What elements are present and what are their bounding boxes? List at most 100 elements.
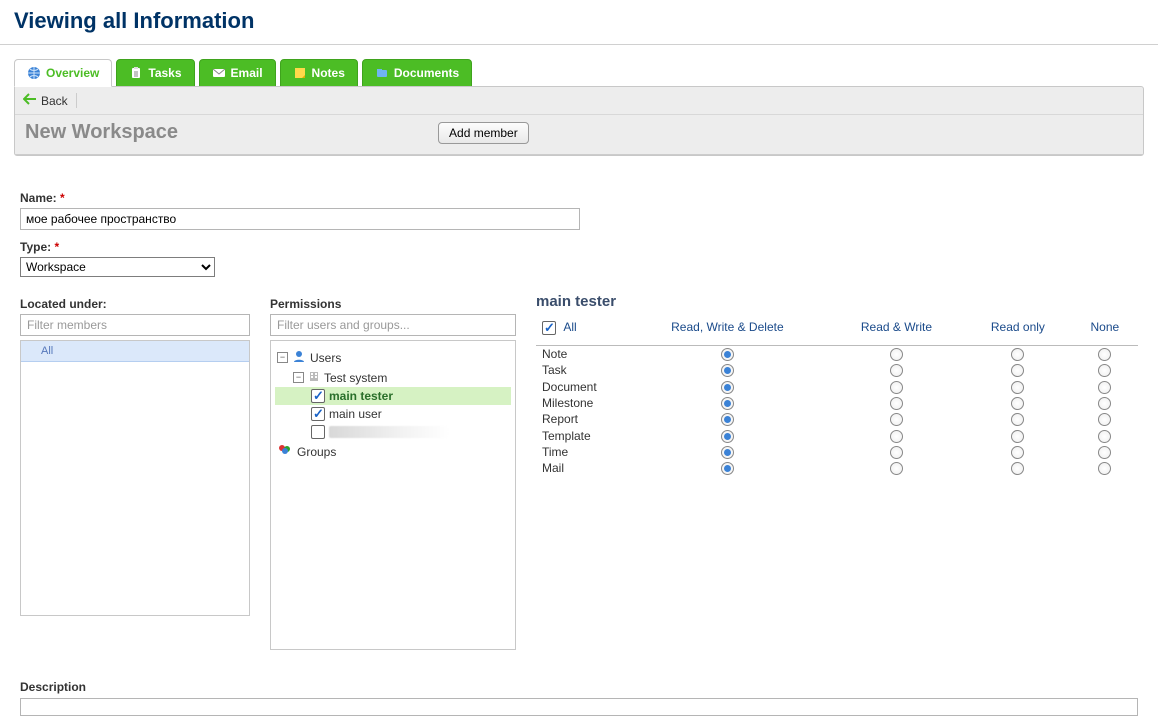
perm-radio[interactable] <box>721 430 734 443</box>
redacted-text <box>329 426 449 438</box>
tree-main-tester[interactable]: main tester <box>275 387 511 405</box>
perm-radio[interactable] <box>890 381 903 394</box>
group-icon <box>277 443 293 460</box>
name-label: Name: * <box>20 191 1138 205</box>
located-under-list[interactable]: All <box>20 340 250 616</box>
tab-overview[interactable]: Overview <box>14 59 112 87</box>
located-filter-input[interactable] <box>20 314 250 336</box>
perm-row-label: Time <box>536 444 626 460</box>
located-under-label: Located under: <box>20 297 250 311</box>
perm-radio[interactable] <box>721 381 734 394</box>
tab-notes[interactable]: Notes <box>280 59 358 87</box>
arrow-left-icon <box>23 93 37 108</box>
back-label: Back <box>41 94 68 108</box>
tab-documents[interactable]: Documents <box>362 59 472 87</box>
perm-radio[interactable] <box>1098 430 1111 443</box>
perm-radio[interactable] <box>1011 348 1024 361</box>
permissions-label: Permissions <box>270 297 516 311</box>
page-title: Viewing all Information <box>0 0 1158 45</box>
permissions-filter-input[interactable] <box>270 314 516 336</box>
tab-label: Overview <box>46 66 99 80</box>
permissions-tree: − Users − Test system <box>270 340 516 650</box>
perm-radio[interactable] <box>890 348 903 361</box>
tree-main-user[interactable]: main user <box>275 405 511 423</box>
form-area: Name: * Type: * Workspace Located under:… <box>14 157 1144 722</box>
perm-radio[interactable] <box>1098 381 1111 394</box>
name-input[interactable] <box>20 208 580 230</box>
description-label: Description <box>20 680 1138 694</box>
perm-radio[interactable] <box>1011 413 1024 426</box>
mail-icon <box>212 66 226 80</box>
checkbox[interactable] <box>311 407 325 421</box>
tree-test-system[interactable]: − Test system <box>275 368 511 387</box>
perm-radio[interactable] <box>890 364 903 377</box>
perm-radio[interactable] <box>721 413 734 426</box>
perm-radio[interactable] <box>1098 446 1111 459</box>
perm-radio[interactable] <box>1098 364 1111 377</box>
perm-radio[interactable] <box>890 397 903 410</box>
perm-radio[interactable] <box>1011 364 1024 377</box>
user-icon <box>292 349 306 366</box>
located-all-row[interactable]: All <box>21 341 249 362</box>
type-label: Type: * <box>20 240 1138 254</box>
perm-radio[interactable] <box>1011 430 1024 443</box>
clipboard-icon <box>129 66 143 80</box>
document-icon <box>375 66 389 80</box>
checkbox[interactable] <box>311 425 325 439</box>
perm-row-label: Document <box>536 378 626 394</box>
all-checkbox[interactable] <box>542 321 556 335</box>
section-title: New Workspace <box>25 121 178 144</box>
perm-radio[interactable] <box>721 446 734 459</box>
globe-icon <box>27 66 41 80</box>
perm-radio[interactable] <box>1098 462 1111 475</box>
perm-radio[interactable] <box>1098 397 1111 410</box>
perm-row-label: Mail <box>536 460 626 476</box>
perm-radio[interactable] <box>721 348 734 361</box>
perm-radio[interactable] <box>1098 413 1111 426</box>
note-icon <box>293 66 307 80</box>
perm-row-label: Template <box>536 427 626 443</box>
tree-redacted-user[interactable] <box>275 423 511 441</box>
tab-label: Documents <box>394 66 459 80</box>
tree-users[interactable]: − Users <box>275 347 511 368</box>
col-none: None <box>1072 316 1138 345</box>
col-rw: Read & Write <box>829 316 964 345</box>
building-icon <box>308 370 320 385</box>
perm-radio[interactable] <box>1011 446 1024 459</box>
perm-radio[interactable] <box>721 364 734 377</box>
perm-radio[interactable] <box>890 430 903 443</box>
all-label: All <box>563 320 576 334</box>
tab-label: Notes <box>312 66 345 80</box>
checkbox[interactable] <box>311 389 325 403</box>
perm-radio[interactable] <box>890 446 903 459</box>
perm-radio[interactable] <box>1011 462 1024 475</box>
tab-label: Email <box>231 66 263 80</box>
type-select[interactable]: Workspace <box>20 257 215 277</box>
perm-radio[interactable] <box>1098 348 1111 361</box>
perm-row-label: Milestone <box>536 395 626 411</box>
tab-label: Tasks <box>148 66 181 80</box>
content-panel: Back New Workspace Add member <box>14 86 1144 156</box>
perm-radio[interactable] <box>890 413 903 426</box>
add-member-button[interactable]: Add member <box>438 122 529 144</box>
tab-tasks[interactable]: Tasks <box>116 59 194 87</box>
col-ro: Read only <box>964 316 1072 345</box>
permissions-grid-title: main tester <box>536 293 1138 310</box>
permissions-grid: main tester All Read, Write & Delete Rea… <box>536 293 1138 476</box>
perm-radio[interactable] <box>890 462 903 475</box>
perm-radio[interactable] <box>1011 397 1024 410</box>
col-rwd: Read, Write & Delete <box>626 316 829 345</box>
description-input[interactable] <box>20 698 1138 716</box>
perm-radio[interactable] <box>721 397 734 410</box>
perm-radio[interactable] <box>1011 381 1024 394</box>
perm-row-label: Note <box>536 345 626 362</box>
perm-row-label: Report <box>536 411 626 427</box>
perm-radio[interactable] <box>721 462 734 475</box>
perm-row-label: Task <box>536 362 626 378</box>
collapse-icon[interactable]: − <box>277 352 288 363</box>
collapse-icon[interactable]: − <box>293 372 304 383</box>
back-button[interactable]: Back <box>23 93 77 108</box>
tab-bar: Overview Tasks Email Notes Documents <box>0 45 1158 87</box>
tab-email[interactable]: Email <box>199 59 276 87</box>
tree-groups[interactable]: Groups <box>275 441 511 462</box>
